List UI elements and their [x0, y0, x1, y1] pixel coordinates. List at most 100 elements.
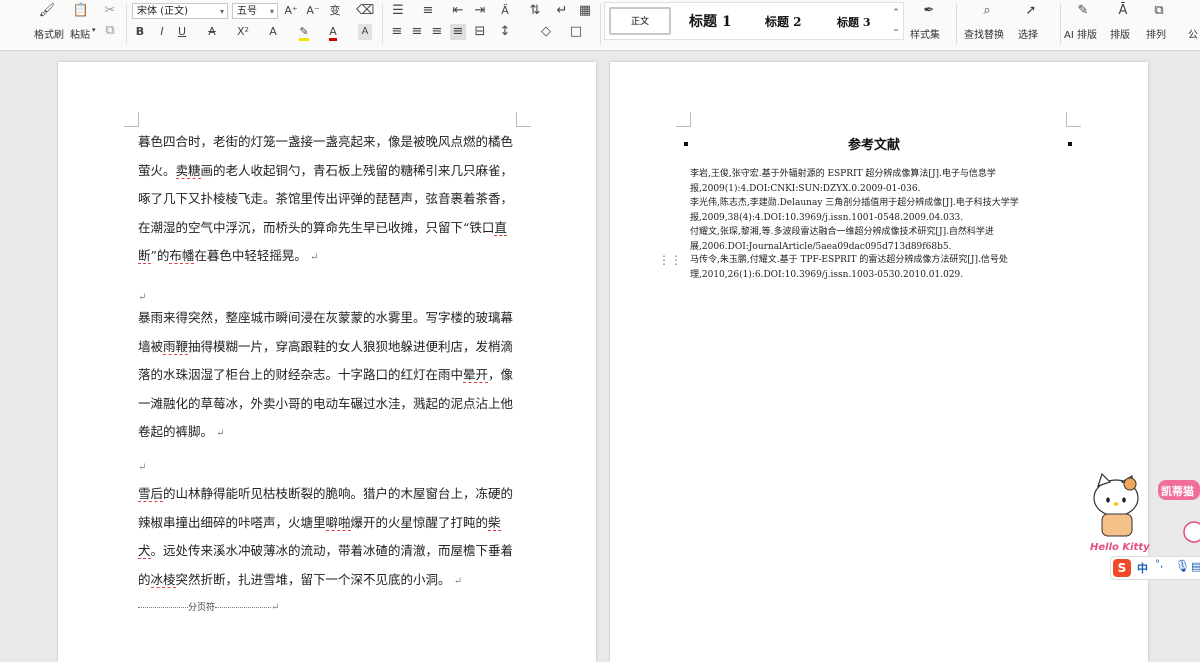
style-set-icon[interactable]: ✒ — [920, 3, 938, 19]
divider — [126, 4, 127, 44]
divider — [1060, 4, 1061, 44]
highlight-icon[interactable]: ✎ — [296, 24, 312, 41]
bold-icon[interactable]: B — [134, 24, 146, 40]
font-color-icon[interactable]: A — [326, 24, 340, 41]
text-run: 爆开的火星惊醒了打盹的 — [350, 514, 489, 530]
reference-entry[interactable]: 付耀文,张琛,黎湘,等.多波段雷达融合一维超分辨成像技术研究[J].自然科学进展… — [690, 225, 1070, 254]
empty-paragraph[interactable]: ↵ — [138, 452, 518, 483]
divider — [382, 4, 383, 44]
ime-mode-toggle[interactable]: 中 — [1137, 560, 1148, 576]
paragraph[interactable]: 雪后的山林静得能听见枯枝断裂的脆响。猎户的木屋窗台上，冻硬的辣椒串撞出细碎的咔嗒… — [138, 480, 518, 596]
paste-icon[interactable]: 📋 — [72, 3, 90, 19]
format-painter-label[interactable]: 格式刷 — [34, 26, 64, 41]
reference-entry[interactable]: 李光伟,陈志杰,李建勋.Delaunay 三角剖分插值用于超分辨成像[J].电子… — [690, 196, 1070, 225]
ime-toolbar[interactable]: S 中 °, 🎙 ▤ — [1110, 556, 1200, 580]
reference-entry[interactable]: 李岩,王俊,张守宏.基于外辐射源的 ESPRIT 超分辨成像算法[J].电子与信… — [690, 167, 1070, 196]
ai-layout-label[interactable]: AI 排版 — [1064, 26, 1097, 41]
arrange-label[interactable]: 排列 — [1146, 26, 1166, 41]
chevron-down-icon: ▾ — [219, 7, 224, 16]
mascot-overlay[interactable]: Hello Kitty 凯蒂猫 — [1090, 472, 1200, 560]
margin-corner-mark — [124, 112, 139, 127]
style-normal[interactable]: 正文 — [609, 7, 671, 35]
show-marks-icon[interactable]: ↵ — [554, 3, 570, 19]
brand-text: Hello Kitty — [1090, 542, 1150, 553]
paragraph[interactable]: 暴雨来得突然，整座城市瞬间浸在灰蒙蒙的水雾里。写字楼的玻璃幕墙被雨鞭抽得模糊一片… — [138, 304, 518, 449]
strikethrough-icon[interactable]: A — [206, 24, 218, 40]
paragraph-mark: ↵ — [271, 602, 280, 613]
margin-corner-mark — [516, 112, 531, 127]
superscript-icon[interactable]: X² — [236, 24, 250, 40]
paragraph[interactable]: 暮色四合时，老街的灯笼一盏接一盏亮起来，像是被晚风点燃的橘色萤火。卖糖画的老人收… — [138, 128, 518, 273]
margin-corner-mark — [676, 112, 691, 127]
references-heading[interactable]: 参考文献 — [848, 134, 900, 153]
misspelled-word: 布幡 — [169, 248, 195, 264]
paragraph-mark: ↵ — [450, 575, 463, 587]
styles-gallery: 正文 标题 1 标题 2 标题 3 ⌃ ⌄ — [604, 2, 904, 40]
increase-indent-icon[interactable]: ⇥ — [472, 3, 488, 19]
ime-logo-icon: S — [1113, 559, 1131, 577]
table-icon[interactable]: ▦ — [576, 3, 594, 19]
layout-label[interactable]: 排版 — [1110, 26, 1130, 41]
text-effect-icon[interactable]: A — [266, 24, 280, 40]
shading-icon[interactable]: ◇ — [536, 24, 556, 40]
font-size-select[interactable]: 五号 ▾ — [232, 3, 278, 19]
decrease-indent-icon[interactable]: ⇤ — [450, 3, 466, 19]
page-break-label: 分页符 — [188, 603, 216, 613]
ime-punct-toggle[interactable]: °, — [1155, 559, 1163, 570]
chevron-down-icon: ▾ — [269, 7, 274, 16]
underline-icon[interactable]: U — [176, 24, 188, 40]
align-left-icon[interactable]: ≡ — [390, 24, 404, 40]
more-tools-label[interactable]: 公 — [1188, 26, 1198, 41]
paste-label[interactable]: 粘贴 — [70, 26, 90, 41]
justify-icon[interactable]: ≡ — [450, 24, 466, 40]
border-icon[interactable]: □ — [566, 24, 586, 40]
chevron-down-icon[interactable]: ▾ — [92, 26, 96, 34]
chevron-down-icon[interactable]: ⌄ — [891, 21, 901, 37]
distributed-icon[interactable]: ⊟ — [472, 24, 488, 40]
microphone-icon[interactable]: 🎙 — [1175, 559, 1190, 573]
misspelled-word: 雨鞭 — [163, 338, 189, 355]
chevron-up-icon[interactable]: ⌃ — [891, 5, 901, 21]
style-set-label[interactable]: 样式集 — [910, 26, 940, 41]
arrange-icon[interactable]: ⧉ — [1150, 3, 1168, 19]
style-heading-2[interactable]: 标题 2 — [765, 13, 802, 30]
divider — [956, 4, 957, 44]
style-heading-3[interactable]: 标题 3 — [837, 14, 870, 30]
list-bullet-marker — [684, 142, 688, 146]
align-right-icon[interactable]: ≡ — [430, 24, 444, 40]
cut-icon[interactable]: ✂ — [102, 3, 118, 19]
drag-handle-icon[interactable]: ⋮⋮ — [658, 252, 682, 268]
cursor-select-icon[interactable]: ➚ — [1022, 3, 1040, 19]
select-label[interactable]: 选择 — [1018, 26, 1038, 41]
search-icon[interactable]: ⌕ — [978, 3, 996, 19]
text-run: 在暮色中轻轻摇晃。 — [194, 248, 307, 263]
sort-icon[interactable]: ⇅ — [526, 3, 544, 19]
keyboard-icon[interactable]: ▤ — [1191, 560, 1200, 573]
copy-icon[interactable]: ⧉ — [102, 23, 118, 39]
align-center-icon[interactable]: ≡ — [410, 24, 424, 40]
shrink-font-icon[interactable]: A⁻ — [306, 3, 320, 19]
style-heading-1[interactable]: 标题 1 — [689, 11, 732, 31]
bullet-list-icon[interactable]: ☰ — [390, 3, 406, 19]
format-painter-icon[interactable]: 🖌 — [38, 3, 56, 19]
grow-font-icon[interactable]: A⁺ — [284, 3, 298, 19]
char-shading-icon[interactable]: A — [358, 24, 372, 40]
italic-icon[interactable]: I — [156, 24, 168, 40]
clear-format-icon[interactable]: ⌫ — [356, 3, 374, 19]
layout-icon[interactable]: Ā — [1114, 3, 1132, 19]
find-replace-label[interactable]: 查找替换 — [964, 26, 1004, 41]
font-size-value: 五号 — [237, 6, 257, 17]
hello-kitty-icon: Hello Kitty 凯蒂猫 — [1090, 472, 1200, 553]
badge-text: 凯蒂猫 — [1161, 484, 1194, 498]
misspelled-word: 卖糖 — [175, 162, 201, 179]
divider — [600, 4, 601, 44]
ribbon-toolbar: 🖌 格式刷 📋 粘贴 ▾ ✂ ⧉ 宋体 (正文) ▾ 五号 ▾ A⁺ A⁻ 变 … — [0, 0, 1200, 51]
line-spacing-icon[interactable]: ↕ — [496, 24, 514, 40]
numbered-list-icon[interactable]: ≡ — [420, 3, 436, 19]
paragraph-mark: ↵ — [213, 428, 225, 439]
ai-layout-icon[interactable]: ✎ — [1074, 3, 1092, 19]
reference-entry[interactable]: 马传令,朱玉鹏,付耀文.基于 TPF-ESPRIT 的雷达超分辨成像方法研究[J… — [690, 253, 1070, 282]
phonetic-guide-icon[interactable]: 变 — [326, 3, 344, 19]
chinese-layout-icon[interactable]: A̋ — [496, 3, 514, 19]
font-name-select[interactable]: 宋体 (正文) ▾ — [132, 3, 228, 19]
